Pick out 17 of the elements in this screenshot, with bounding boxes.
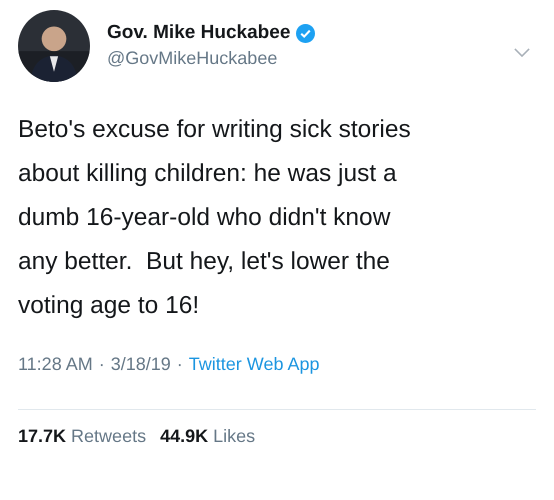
tweet-text-line: any better. But hey, let's lower the (18, 247, 391, 277)
author-name: Gov. Mike Huckabee (107, 22, 290, 44)
separator-dot: · (98, 354, 105, 375)
tweet-date: 3/18/19 (110, 354, 171, 375)
stat-count: 44.9K (160, 426, 208, 447)
author-handle: @GovMikeHuckabee (107, 48, 278, 69)
stat-label[interactable]: Likes (213, 426, 256, 447)
tweet-text-line: dumb 16-year-old who didn't know (18, 203, 392, 233)
source-link[interactable]: Twitter Web App (188, 354, 320, 375)
tweet-text-line: voting age to 16! (18, 291, 200, 321)
tweet-text-line: Beto's excuse for writing sick stories (18, 115, 412, 145)
stat-count: 17.7K (18, 426, 66, 447)
stat-label[interactable]: Retweets (71, 426, 146, 447)
tweet-text-line: about killing children: he was just a (18, 159, 398, 189)
tweet-time: 11:28 AM (18, 354, 93, 375)
separator-dot: · (176, 354, 183, 375)
chevron-down-icon[interactable] (514, 48, 530, 57)
